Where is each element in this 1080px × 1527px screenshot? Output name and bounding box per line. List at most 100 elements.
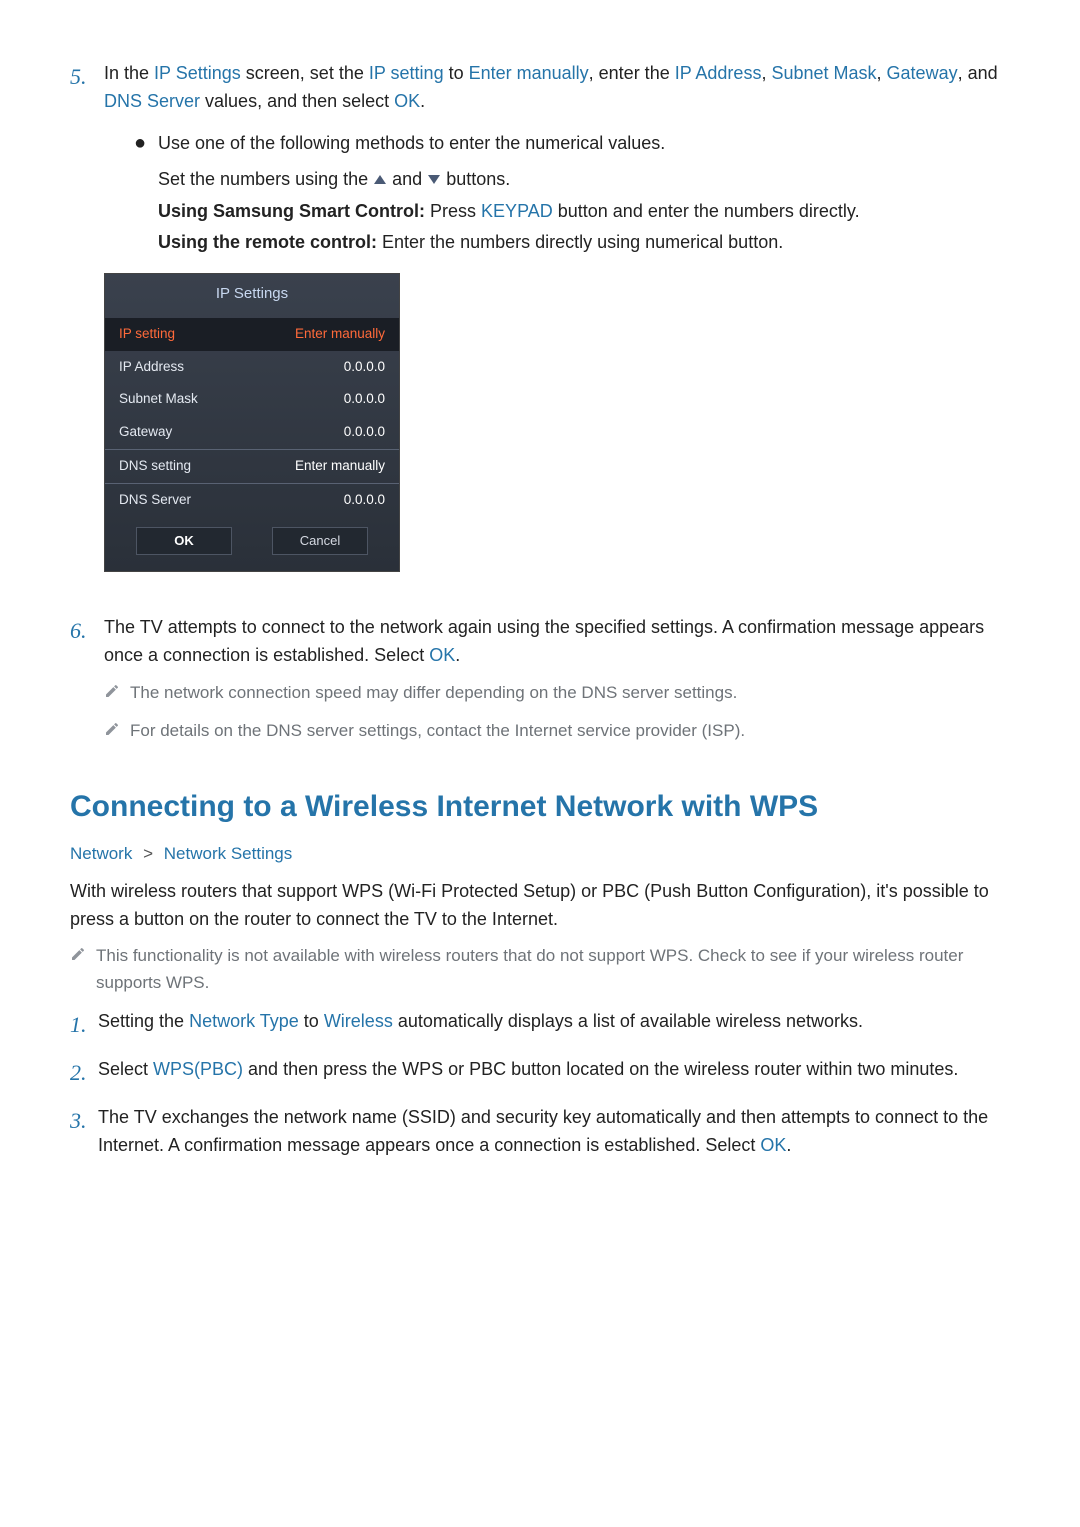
panel-value: 0.0.0.0 — [344, 357, 385, 378]
text: . — [420, 91, 425, 111]
panel-buttons: OK Cancel — [105, 517, 399, 557]
bullet-dot-icon: ● — [134, 130, 158, 158]
text: button and enter the numbers directly. — [553, 201, 860, 221]
cancel-button[interactable]: Cancel — [272, 527, 368, 555]
note-wps-availability: This functionality is not available with… — [70, 943, 1010, 996]
step-5-bullet: ● Use one of the following methods to en… — [134, 130, 1010, 158]
text: Select — [98, 1059, 153, 1079]
wps-steps: 1. Setting the Network Type to Wireless … — [70, 1008, 1010, 1160]
bullet-text: Use one of the following methods to ente… — [158, 130, 665, 158]
keyword-ip-settings: IP Settings — [154, 63, 241, 83]
keyword-ok: OK — [394, 91, 420, 111]
text: , enter the — [589, 63, 675, 83]
keyword-wps-pbc: WPS(PBC) — [153, 1059, 243, 1079]
text: screen, set the — [241, 63, 369, 83]
panel-label: DNS Server — [119, 490, 191, 511]
text: and — [387, 169, 427, 189]
step-5-body: In the IP Settings screen, set the IP se… — [104, 60, 1010, 594]
ip-settings-panel: IP Settings IP setting Enter manually IP… — [104, 273, 400, 572]
text: automatically displays a list of availab… — [393, 1011, 863, 1031]
note-text: This functionality is not available with… — [96, 943, 1010, 996]
breadcrumb-separator-icon: > — [143, 844, 153, 863]
subline-samsung-smart-control: Using Samsung Smart Control: Press KEYPA… — [158, 198, 1010, 226]
panel-row-dns-server[interactable]: DNS Server 0.0.0.0 — [105, 484, 399, 517]
keyword-ok: OK — [429, 645, 455, 665]
step-number: 1. — [70, 1008, 98, 1042]
keyword-subnet-mask: Subnet Mask — [771, 63, 876, 83]
step-number: 2. — [70, 1056, 98, 1090]
text: Set the numbers using the — [158, 169, 373, 189]
panel-label: Subnet Mask — [119, 389, 198, 410]
subline-remote-control: Using the remote control: Enter the numb… — [158, 229, 1010, 257]
panel-value: Enter manually — [295, 324, 385, 345]
panel-value: 0.0.0.0 — [344, 389, 385, 410]
step-number: 6. — [70, 614, 104, 648]
step-number: 5. — [70, 60, 104, 94]
text: , and — [958, 63, 998, 83]
breadcrumb-network: Network — [70, 844, 132, 863]
text: . — [786, 1135, 791, 1155]
keyword-keypad: KEYPAD — [481, 201, 553, 221]
note-text: For details on the DNS server settings, … — [130, 718, 1010, 746]
breadcrumb: Network > Network Settings — [70, 841, 1010, 867]
panel-label: IP Address — [119, 357, 184, 378]
text: , — [761, 63, 771, 83]
keyword-ok: OK — [760, 1135, 786, 1155]
pencil-icon — [104, 718, 130, 746]
keyword-network-type: Network Type — [189, 1011, 299, 1031]
text: The TV attempts to connect to the networ… — [104, 617, 984, 665]
arrow-down-icon — [428, 175, 440, 184]
wps-intro: With wireless routers that support WPS (… — [70, 878, 1010, 934]
keyword-gateway: Gateway — [887, 63, 958, 83]
text: Enter the numbers directly using numeric… — [377, 232, 783, 252]
pencil-icon — [104, 680, 130, 708]
arrow-up-icon — [374, 175, 386, 184]
text: values, and then select — [200, 91, 394, 111]
label-remote-control: Using the remote control: — [158, 232, 377, 252]
wps-step-1-body: Setting the Network Type to Wireless aut… — [98, 1008, 1010, 1036]
keyword-ip-setting: IP setting — [369, 63, 444, 83]
keyword-enter-manually: Enter manually — [469, 63, 589, 83]
wps-step-3: 3. The TV exchanges the network name (SS… — [70, 1104, 1010, 1160]
step-5-text: In the IP Settings screen, set the IP se… — [104, 60, 1010, 116]
panel-value: 0.0.0.0 — [344, 422, 385, 443]
panel-row-dns-setting[interactable]: DNS setting Enter manually — [105, 450, 399, 483]
subline-arrows: Set the numbers using the and buttons. — [158, 166, 1010, 194]
wps-step-3-body: The TV exchanges the network name (SSID)… — [98, 1104, 1010, 1160]
note-dns-speed: The network connection speed may differ … — [104, 680, 1010, 708]
section-heading-wps: Connecting to a Wireless Internet Networ… — [70, 788, 1010, 826]
ok-button[interactable]: OK — [136, 527, 232, 555]
step-number: 3. — [70, 1104, 98, 1138]
panel-value: 0.0.0.0 — [344, 490, 385, 511]
step-5: 5. In the IP Settings screen, set the IP… — [70, 60, 1010, 594]
step-6-text: The TV attempts to connect to the networ… — [104, 614, 1010, 670]
label-smart-control: Using Samsung Smart Control: — [158, 201, 425, 221]
pencil-icon — [70, 943, 96, 996]
text: buttons. — [441, 169, 510, 189]
keyword-dns-server: DNS Server — [104, 91, 200, 111]
step-6-body: The TV attempts to connect to the networ… — [104, 614, 1010, 752]
text: to — [299, 1011, 324, 1031]
panel-label: Gateway — [119, 422, 172, 443]
text: Setting the — [98, 1011, 189, 1031]
panel-row-gateway[interactable]: Gateway 0.0.0.0 — [105, 416, 399, 449]
panel-row-subnet-mask[interactable]: Subnet Mask 0.0.0.0 — [105, 383, 399, 416]
text: to — [444, 63, 469, 83]
text: The TV exchanges the network name (SSID)… — [98, 1107, 988, 1155]
keyword-ip-address: IP Address — [675, 63, 762, 83]
panel-label: IP setting — [119, 324, 175, 345]
text: In the — [104, 63, 154, 83]
panel-row-ip-address[interactable]: IP Address 0.0.0.0 — [105, 351, 399, 384]
wps-step-1: 1. Setting the Network Type to Wireless … — [70, 1008, 1010, 1042]
panel-title: IP Settings — [105, 274, 399, 317]
text: . — [455, 645, 460, 665]
panel-row-ip-setting[interactable]: IP setting Enter manually — [105, 318, 399, 351]
wps-step-2-body: Select WPS(PBC) and then press the WPS o… — [98, 1056, 1010, 1084]
text: Press — [425, 201, 481, 221]
text: , — [877, 63, 887, 83]
breadcrumb-network-settings: Network Settings — [164, 844, 293, 863]
note-text: The network connection speed may differ … — [130, 680, 1010, 708]
step-5-sublines: Set the numbers using the and buttons. U… — [158, 166, 1010, 258]
text: and then press the WPS or PBC button loc… — [243, 1059, 958, 1079]
keyword-wireless: Wireless — [324, 1011, 393, 1031]
